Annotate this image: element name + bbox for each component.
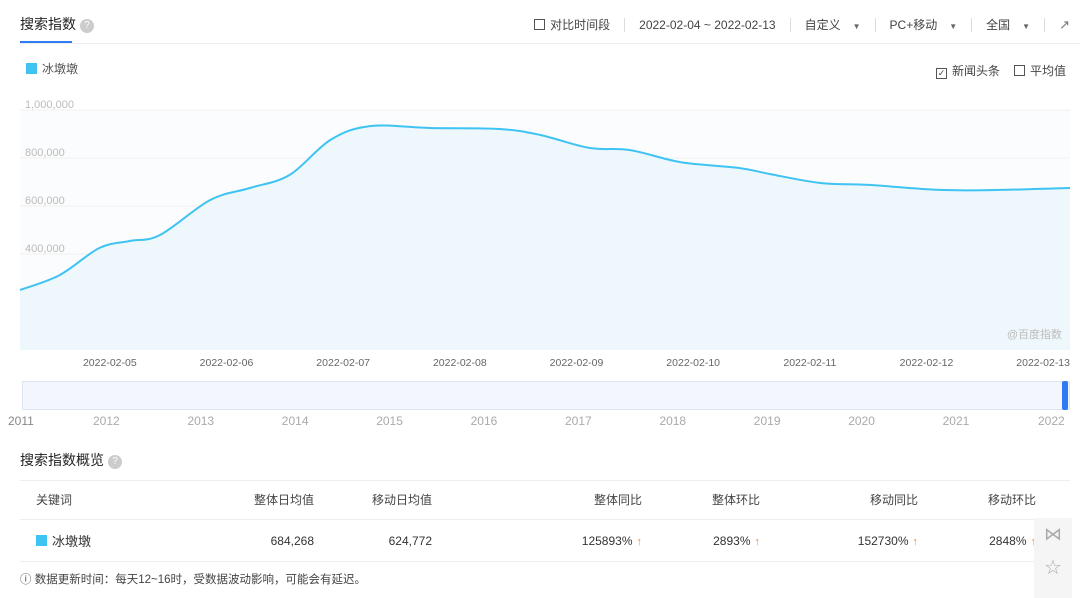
x-tick-label: 2022-02-07 — [316, 357, 370, 369]
y-tick-label: 1,000,000 — [25, 99, 74, 111]
title-text: 搜索指数 — [20, 16, 76, 32]
checkbox-icon — [1014, 65, 1025, 76]
help-icon[interactable]: ? — [80, 19, 94, 33]
timeline-year: 2021 — [943, 414, 970, 428]
x-tick-label: 2022-02-10 — [666, 357, 720, 369]
timeline-year: 2014 — [282, 414, 309, 428]
caret-down-icon: ▼ — [949, 22, 957, 31]
legend-swatch — [26, 63, 37, 74]
value: 152730% — [858, 534, 909, 548]
divider — [20, 43, 1080, 44]
checkbox-icon — [534, 19, 545, 30]
header-keyword: 关键词 — [20, 491, 140, 508]
x-tick-label: 2022-02-06 — [200, 357, 254, 369]
timeline-year: 2011 — [8, 414, 34, 428]
value: 125893% — [582, 534, 633, 548]
news-label: 新闻头条 — [952, 64, 1000, 78]
y-tick-label: 600,000 — [25, 195, 65, 207]
timeline-year: 2022 — [1038, 414, 1065, 428]
x-tick-label: 2022-02-05 — [83, 357, 137, 369]
overall-avg-cell: 684,268 — [140, 534, 314, 548]
footnote-text: 数据更新时间：每天12~16时，受数据波动影响，可能会有延迟。 — [35, 574, 366, 586]
region-dropdown[interactable]: 全国 ▼ — [986, 16, 1030, 33]
x-tick-label: 2022-02-09 — [550, 357, 604, 369]
watermark: @百度指数 — [1007, 327, 1062, 341]
chart-options: ✓ 新闻头条 平均值 — [936, 62, 1066, 79]
device-label: PC+移动 — [890, 18, 938, 32]
header-mobile-mom: 移动环比 — [918, 491, 1036, 508]
region-label: 全国 — [986, 18, 1010, 32]
y-tick-label: 400,000 — [25, 243, 65, 255]
checkbox-checked-icon: ✓ — [936, 68, 947, 79]
compare-checkbox[interactable]: 对比时间段 — [534, 16, 610, 33]
help-icon[interactable]: ? — [108, 455, 122, 469]
custom-dropdown[interactable]: 自定义 ▼ — [805, 16, 861, 33]
average-label: 平均值 — [1030, 64, 1066, 78]
custom-label: 自定义 — [805, 18, 841, 32]
timeline-year: 2019 — [754, 414, 781, 428]
table-row: 冰墩墩 684,268 624,772 125893%↑ 2893%↑ 1527… — [20, 520, 1070, 562]
toolbar: 对比时间段 2022-02-04 ~ 2022-02-13 自定义 ▼ PC+移动… — [534, 16, 1070, 33]
caret-down-icon: ▼ — [1022, 22, 1030, 31]
table-header: 关键词 整体日均值 移动日均值 整体同比 整体环比 移动同比 移动环比 — [20, 480, 1070, 520]
keyword-text: 冰墩墩 — [52, 531, 91, 550]
value: 2893% — [713, 534, 750, 548]
keyword-swatch — [36, 535, 47, 546]
timeline-handle[interactable] — [1062, 381, 1068, 410]
x-tick-label: 2022-02-13 — [1016, 357, 1070, 369]
chart-legend[interactable]: 冰墩墩 — [26, 60, 78, 77]
legend-label: 冰墩墩 — [42, 60, 78, 77]
mobile-avg-cell: 624,772 — [314, 534, 432, 548]
header-overall-mom: 整体环比 — [642, 491, 760, 508]
info-icon: ⓘ — [20, 574, 35, 586]
timeline-year: 2018 — [659, 414, 686, 428]
page-title[interactable]: 搜索指数? — [20, 14, 94, 34]
mobile-mom-cell: 2848%↑ — [918, 534, 1036, 548]
x-tick-label: 2022-02-11 — [783, 357, 836, 369]
header-overall-yoy: 整体同比 — [432, 491, 642, 508]
caret-down-icon: ▼ — [853, 22, 861, 31]
share-external-icon[interactable]: ↗ — [1059, 17, 1070, 33]
overview-title-text: 搜索指数概览 — [20, 452, 104, 468]
trend-chart[interactable]: 200,000400,000600,000800,0001,000,000202… — [0, 90, 1080, 380]
header-mobile-avg: 移动日均值 — [314, 491, 432, 508]
overview-title: 搜索指数概览? — [20, 450, 122, 470]
timeline-year: 2015 — [376, 414, 403, 428]
mobile-yoy-cell: 152730%↑ — [760, 534, 918, 548]
side-toolbar: ⋈ ☆ — [1034, 518, 1072, 598]
compare-label: 对比时间段 — [550, 18, 610, 32]
timeline-year: 2013 — [187, 414, 214, 428]
overall-mom-cell: 2893%↑ — [642, 534, 760, 548]
news-checkbox[interactable]: ✓ 新闻头条 — [936, 62, 1000, 79]
star-icon[interactable]: ☆ — [1034, 555, 1072, 580]
average-checkbox[interactable]: 平均值 — [1014, 62, 1066, 79]
header-mobile-yoy: 移动同比 — [760, 491, 918, 508]
x-tick-label: 2022-02-08 — [433, 357, 487, 369]
date-range[interactable]: 2022-02-04 ~ 2022-02-13 — [639, 18, 775, 32]
timeline-brush[interactable] — [22, 381, 1070, 410]
overview-table: 关键词 整体日均值 移动日均值 整体同比 整体环比 移动同比 移动环比 冰墩墩 … — [20, 480, 1070, 562]
footnote: ⓘ 数据更新时间：每天12~16时，受数据波动影响，可能会有延迟。 — [20, 571, 366, 587]
overall-yoy-cell: 125893%↑ — [432, 534, 642, 548]
timeline-year: 2020 — [848, 414, 875, 428]
y-tick-label: 800,000 — [25, 147, 65, 159]
timeline-year: 2017 — [565, 414, 592, 428]
keyword-cell: 冰墩墩 — [20, 531, 140, 550]
timeline-year: 2016 — [471, 414, 498, 428]
value: 2848% — [989, 534, 1026, 548]
x-tick-label: 2022-02-12 — [900, 357, 954, 369]
header-overall-avg: 整体日均值 — [140, 491, 314, 508]
device-dropdown[interactable]: PC+移动 ▼ — [890, 16, 958, 33]
timeline-year: 2012 — [93, 414, 120, 428]
share-icon[interactable]: ⋈ — [1034, 524, 1072, 545]
